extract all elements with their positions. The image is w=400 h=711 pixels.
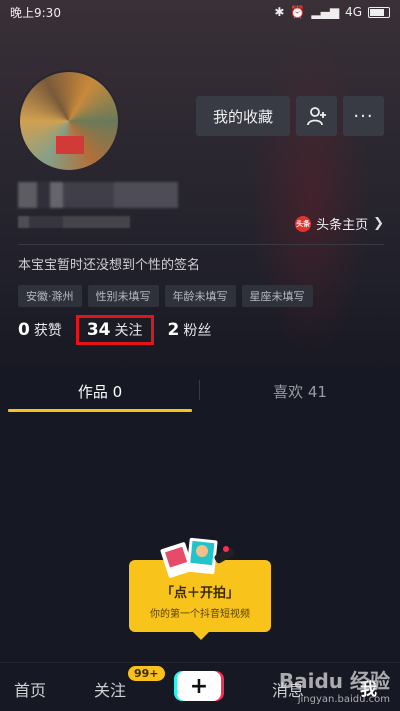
watermark-sub: jingyan.baidu.com: [297, 694, 390, 705]
watermark: Baidu 经验 jingyan.baidu.com: [279, 665, 390, 705]
tab-works[interactable]: 作品 0: [0, 368, 200, 414]
chevron-right-icon: ❯: [373, 216, 384, 231]
create-video-button[interactable]: +: [177, 671, 221, 701]
camera-illustration-icon: [160, 537, 235, 578]
followers-count: 2: [167, 320, 180, 340]
network-label: 4G: [345, 5, 362, 19]
following-label: 关注: [114, 323, 143, 339]
toutiao-logo-icon: 头条: [295, 215, 312, 232]
likes-count: 0: [18, 320, 30, 340]
tag-location[interactable]: 安徽·滁州: [18, 285, 82, 307]
tab-separator: [199, 380, 200, 400]
favorites-button[interactable]: 我的收藏: [196, 96, 290, 136]
add-user-icon: [306, 107, 326, 126]
more-button[interactable]: ···: [343, 96, 384, 136]
signal-icon: ▂▄▆: [311, 5, 340, 19]
stat-likes: 0 获赞: [18, 320, 62, 340]
divider: [18, 244, 384, 245]
nav-follow[interactable]: 关注: [94, 677, 126, 701]
promo-title: 「点＋开拍」: [160, 586, 239, 601]
stat-following[interactable]: 34 关注: [75, 315, 154, 345]
watermark-main: Baidu 经验: [278, 669, 390, 693]
status-bar: 晚上9:30 ✱ ⏰ ▂▄▆ 4G: [0, 0, 400, 24]
add-friend-button[interactable]: [296, 96, 337, 136]
followers-label: 粉丝: [183, 323, 212, 339]
follow-badge: 99+: [128, 666, 165, 681]
promo-subtitle: 你的第一个抖音短视频: [150, 609, 250, 620]
profile-signature[interactable]: 本宝宝暂时还没想到个性的签名: [18, 254, 200, 273]
tag-zodiac[interactable]: 星座未填写: [241, 285, 313, 307]
following-count: 34: [86, 320, 111, 340]
status-time: 晚上9:30: [10, 5, 61, 20]
tag-age[interactable]: 年龄未填写: [164, 285, 236, 307]
profile-stats: 0 获赞 34 关注 2 粉丝: [18, 315, 212, 345]
alarm-icon: ⏰: [290, 5, 306, 19]
stat-followers[interactable]: 2 粉丝: [168, 320, 212, 340]
profile-name-blurred: [18, 182, 188, 208]
profile-tags: 安徽·滁州 性别未填写 年龄未填写 星座未填写: [18, 285, 313, 307]
battery-icon: [368, 6, 390, 18]
tag-gender[interactable]: 性别未填写: [87, 285, 159, 307]
bluetooth-icon: ✱: [274, 5, 285, 19]
toutiao-label: 头条主页: [316, 218, 369, 233]
tab-likes[interactable]: 喜欢 41: [200, 368, 400, 414]
status-icons: ✱ ⏰ ▂▄▆ 4G: [274, 5, 390, 19]
likes-label: 获赞: [33, 323, 62, 339]
toutiao-homepage-link[interactable]: 头条 头条主页 ❯: [295, 214, 384, 233]
content-tabs: 作品 0 喜欢 41: [0, 368, 400, 414]
nav-home[interactable]: 首页: [14, 677, 46, 701]
avatar[interactable]: [18, 70, 120, 172]
profile-id-blurred: [18, 216, 130, 228]
